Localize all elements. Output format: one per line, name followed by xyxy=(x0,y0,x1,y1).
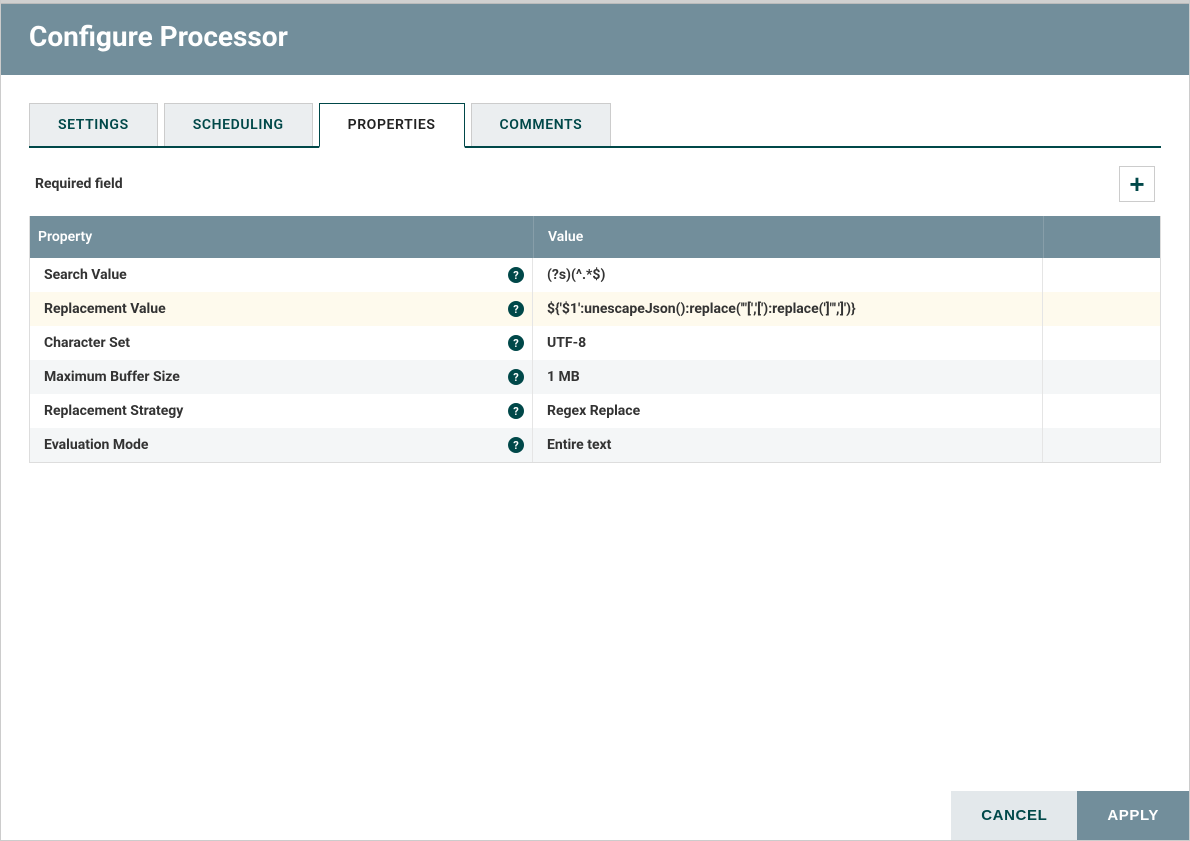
plus-icon: + xyxy=(1129,171,1144,197)
table-row[interactable]: Character Set?UTF-8 xyxy=(30,326,1160,360)
property-name: Character Set xyxy=(44,335,130,351)
property-cell: Search Value? xyxy=(30,258,533,292)
property-cell: Replacement Value? xyxy=(30,292,533,326)
dialog-footer: CANCEL APPLY xyxy=(1,791,1189,840)
table-row[interactable]: Replacement Value?${'$1':unescapeJson():… xyxy=(30,292,1160,326)
value-cell[interactable]: ${'$1':unescapeJson():replace('"[','['):… xyxy=(533,292,1043,326)
required-field-label: Required field xyxy=(35,176,123,192)
help-icon[interactable]: ? xyxy=(508,437,524,453)
value-cell[interactable]: Entire text xyxy=(533,428,1043,462)
value-cell[interactable]: 1 MB xyxy=(533,360,1043,394)
table-row[interactable]: Maximum Buffer Size?1 MB xyxy=(30,360,1160,394)
property-name: Maximum Buffer Size xyxy=(44,369,180,385)
help-icon[interactable]: ? xyxy=(508,335,524,351)
table-body: Search Value?(?s)(^.*$)Replacement Value… xyxy=(30,258,1160,462)
property-cell: Evaluation Mode? xyxy=(30,428,533,462)
extra-cell xyxy=(1043,360,1160,394)
apply-button[interactable]: APPLY xyxy=(1077,791,1189,840)
value-cell[interactable]: (?s)(^.*$) xyxy=(533,258,1043,292)
table-header: Property Value xyxy=(30,216,1160,258)
value-cell[interactable]: Regex Replace xyxy=(533,394,1043,428)
header-value: Value xyxy=(533,216,1043,258)
help-icon[interactable]: ? xyxy=(508,403,524,419)
help-icon[interactable]: ? xyxy=(508,301,524,317)
extra-cell xyxy=(1043,258,1160,292)
configure-processor-dialog: Configure Processor SETTINGS SCHEDULING … xyxy=(0,0,1190,841)
property-name: Replacement Value xyxy=(44,301,166,317)
value-cell[interactable]: UTF-8 xyxy=(533,326,1043,360)
extra-cell xyxy=(1043,394,1160,428)
required-field-row: Required field + xyxy=(29,148,1161,216)
extra-cell xyxy=(1043,326,1160,360)
add-property-button[interactable]: + xyxy=(1119,166,1155,202)
table-row[interactable]: Search Value?(?s)(^.*$) xyxy=(30,258,1160,292)
extra-cell xyxy=(1043,292,1160,326)
property-name: Evaluation Mode xyxy=(44,437,149,453)
property-name: Search Value xyxy=(44,267,127,283)
tab-scheduling[interactable]: SCHEDULING xyxy=(164,103,313,146)
tab-settings[interactable]: SETTINGS xyxy=(29,103,158,146)
dialog-body: SETTINGS SCHEDULING PROPERTIES COMMENTS … xyxy=(1,75,1189,791)
property-cell: Character Set? xyxy=(30,326,533,360)
help-icon[interactable]: ? xyxy=(508,369,524,385)
header-property: Property xyxy=(30,216,533,258)
cancel-button[interactable]: CANCEL xyxy=(951,791,1077,840)
table-row[interactable]: Evaluation Mode?Entire text xyxy=(30,428,1160,462)
extra-cell xyxy=(1043,428,1160,462)
tab-properties[interactable]: PROPERTIES xyxy=(319,103,465,148)
property-name: Replacement Strategy xyxy=(44,403,183,419)
help-icon[interactable]: ? xyxy=(508,267,524,283)
header-extra xyxy=(1043,216,1160,258)
dialog-title: Configure Processor xyxy=(1,4,1189,75)
table-row[interactable]: Replacement Strategy?Regex Replace xyxy=(30,394,1160,428)
properties-table: Property Value Search Value?(?s)(^.*$)Re… xyxy=(29,216,1161,463)
tab-comments[interactable]: COMMENTS xyxy=(471,103,612,146)
tabs: SETTINGS SCHEDULING PROPERTIES COMMENTS xyxy=(29,103,1161,148)
property-cell: Maximum Buffer Size? xyxy=(30,360,533,394)
property-cell: Replacement Strategy? xyxy=(30,394,533,428)
